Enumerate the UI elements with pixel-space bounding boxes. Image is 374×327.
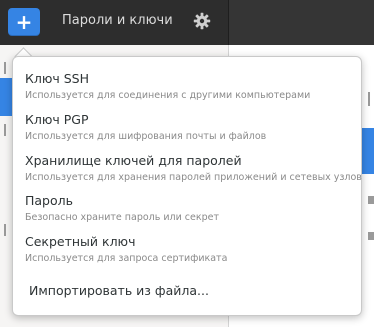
- header-right-pane: [228, 0, 374, 45]
- plus-icon: +: [15, 10, 33, 34]
- sidebar-edge-mark: [4, 124, 6, 136]
- menu-item-subtitle: Используется для соединения с другими ко…: [25, 90, 311, 101]
- app-window: + Пароли и ключи Ключ SSH Используется д…: [0, 0, 374, 327]
- menu-item-password[interactable]: Пароль Безопасно храните пароль или секр…: [25, 193, 355, 231]
- menu-item-subtitle: Используется для шифрования почты и файл…: [25, 131, 267, 142]
- sidebar-edge-mark: [4, 224, 6, 236]
- menu-item-pgp-key[interactable]: Ключ PGP Используется для шифрования поч…: [25, 112, 355, 150]
- menu-item-title: Ключ PGP: [25, 112, 89, 127]
- sidebar-selected-row: [0, 78, 12, 116]
- main-edge-mark: [368, 92, 370, 106]
- menu-item-subtitle: Безопасно храните пароль или секрет: [25, 212, 220, 223]
- main-edge-mark: [368, 232, 374, 240]
- menu-item-title: Секретный ключ: [25, 234, 136, 249]
- menu-item-subtitle: Используется для запроса сертификата: [25, 253, 228, 264]
- menu-item-password-keyring[interactable]: Хранилище ключей для паролей Используетс…: [25, 153, 362, 191]
- import-from-file-item[interactable]: Импортировать из файла...: [29, 283, 349, 303]
- new-item-popover: Ключ SSH Используется для соединения с д…: [12, 56, 362, 316]
- menu-item-title: Хранилище ключей для паролей: [25, 153, 242, 168]
- main-blue-button: [362, 128, 374, 174]
- gear-icon[interactable]: [193, 12, 211, 30]
- app-title: Пароли и ключи: [62, 13, 173, 28]
- menu-item-secret-key[interactable]: Секретный ключ Используется для запроса …: [25, 234, 355, 272]
- menu-item-subtitle: Используется для хранения паролей прилож…: [25, 172, 362, 183]
- sidebar-edge-mark: [4, 62, 6, 74]
- add-button[interactable]: +: [8, 8, 40, 36]
- header-bar: + Пароли и ключи: [0, 0, 374, 45]
- menu-item-ssh-key[interactable]: Ключ SSH Используется для соединения с д…: [25, 71, 355, 109]
- menu-item-title: Пароль: [25, 193, 73, 208]
- menu-item-title: Ключ SSH: [25, 71, 90, 86]
- main-edge-mark: [368, 196, 374, 204]
